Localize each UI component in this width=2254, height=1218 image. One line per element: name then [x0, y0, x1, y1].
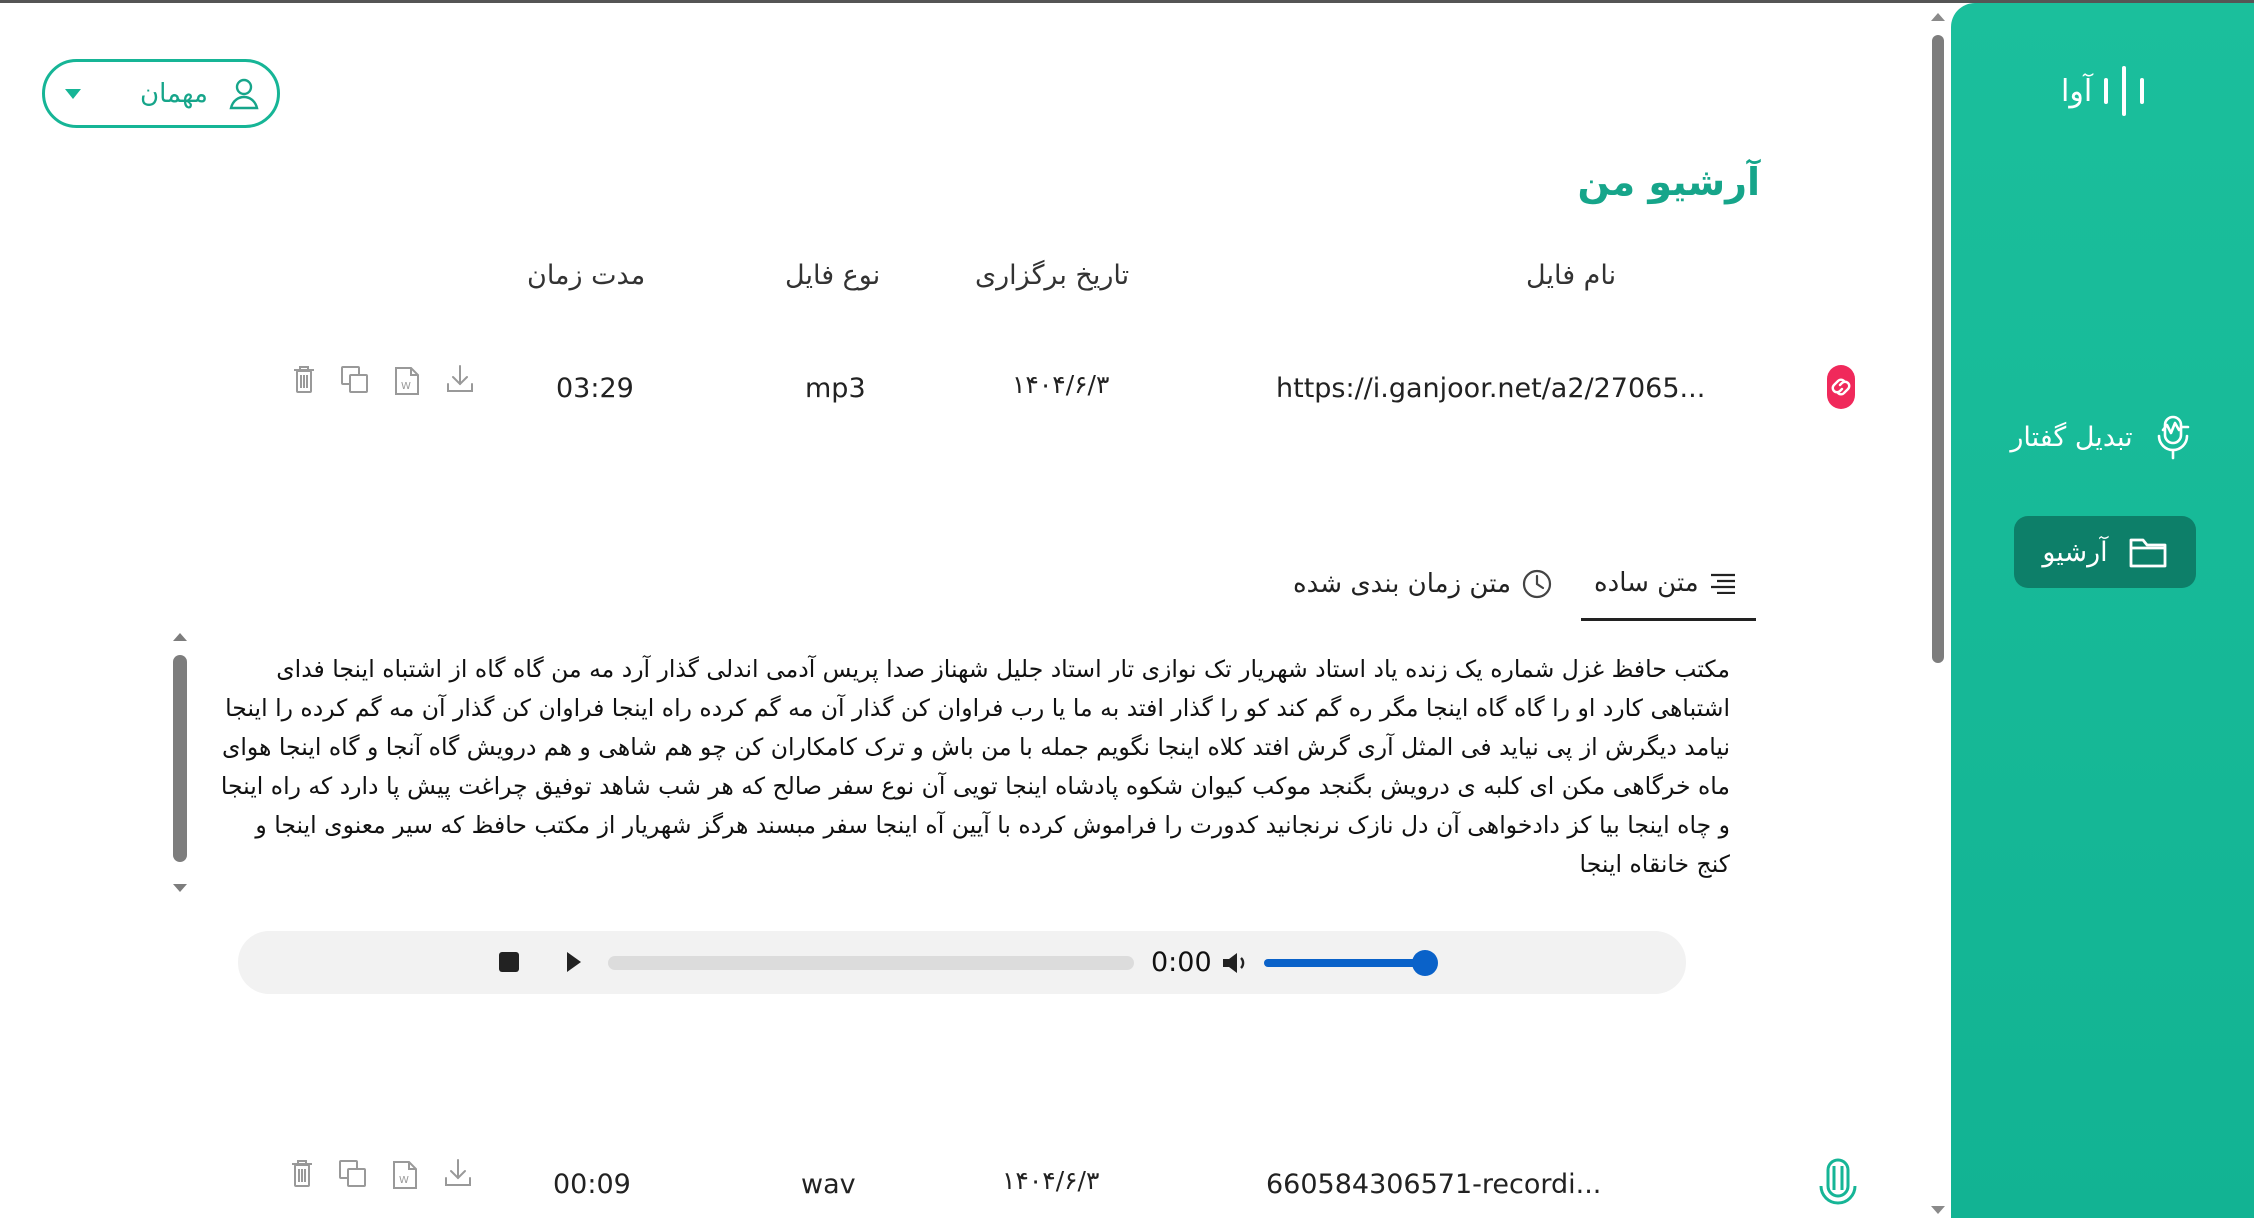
- scroll-up-arrow-icon[interactable]: [173, 633, 187, 641]
- download-icon[interactable]: [444, 1158, 472, 1188]
- row-type: mp3: [805, 373, 866, 404]
- volume-icon[interactable]: [1221, 950, 1249, 976]
- page-title: آرشیو من: [1577, 160, 1760, 204]
- page-scrollbar[interactable]: [1925, 3, 1951, 1218]
- delete-icon[interactable]: [290, 1160, 314, 1188]
- mic-wave-icon: [2157, 415, 2189, 460]
- scroll-up-arrow-icon[interactable]: [1931, 13, 1945, 21]
- link-icon: [1827, 365, 1855, 409]
- scroll-down-arrow-icon[interactable]: [1931, 1206, 1945, 1214]
- logo-bars-icon: [2104, 66, 2145, 116]
- row-filename[interactable]: 660584306571-recordi...: [1266, 1169, 1601, 1200]
- sidebar-item-archive[interactable]: آرشیو: [2014, 516, 2196, 588]
- column-header-duration: مدت زمان: [527, 260, 646, 291]
- tab-label: متن زمان بندی شده: [1293, 569, 1511, 599]
- transcript-text: مکتب حافظ غزل شماره یک زنده یاد استاد شه…: [220, 655, 1730, 878]
- scrollbar-thumb[interactable]: [173, 655, 187, 862]
- row-filename[interactable]: https://i.ganjoor.net/a2/27065...: [1276, 373, 1705, 404]
- clock-icon: [1522, 569, 1552, 599]
- volume-slider-handle[interactable]: [1412, 950, 1438, 976]
- audio-player: 0:00: [238, 931, 1686, 994]
- row-date: ۱۴۰۴/۶/۳: [1002, 1166, 1100, 1195]
- stop-button[interactable]: [499, 952, 519, 972]
- caret-down-icon: [65, 89, 81, 99]
- copy-icon[interactable]: [340, 365, 370, 395]
- window-top-border: [0, 0, 2254, 3]
- microphone-icon: [1819, 1158, 1857, 1205]
- text-lines-icon: [1710, 573, 1735, 594]
- tab-timed-text[interactable]: متن زمان بندی شده: [1293, 568, 1553, 600]
- user-icon: [229, 78, 259, 110]
- delete-icon[interactable]: [292, 366, 316, 394]
- column-header-type: نوع فایل: [785, 260, 881, 291]
- scroll-down-arrow-icon[interactable]: [173, 884, 187, 892]
- play-button[interactable]: [567, 952, 581, 972]
- sidebar: آوا تبدیل گفتار آرشیو: [1951, 3, 2254, 1218]
- app-logo[interactable]: آوا: [2061, 61, 2145, 121]
- svg-text:W: W: [401, 381, 411, 392]
- row-duration: 00:09: [553, 1169, 631, 1200]
- sidebar-item-speech-to-text[interactable]: تبدیل گفتار: [1981, 407, 2226, 467]
- download-icon[interactable]: [446, 364, 474, 394]
- volume-slider[interactable]: [1264, 959, 1424, 967]
- active-tab-indicator: [1581, 618, 1756, 621]
- logo-text: آوا: [2061, 73, 2093, 109]
- sidebar-item-label: تبدیل گفتار: [2010, 421, 2133, 453]
- user-dropdown[interactable]: مهمان: [42, 59, 280, 128]
- row-date: ۱۴۰۴/۶/۳: [1012, 370, 1110, 399]
- tab-label: متن ساده: [1594, 568, 1699, 598]
- row-type: wav: [801, 1169, 856, 1200]
- user-name: مهمان: [140, 79, 208, 109]
- seek-bar[interactable]: [608, 956, 1134, 970]
- sidebar-item-label: آرشیو: [2042, 536, 2108, 568]
- word-file-icon[interactable]: W: [394, 366, 420, 396]
- transcript-scrollbar[interactable]: [170, 630, 192, 900]
- copy-icon[interactable]: [338, 1159, 368, 1189]
- row-duration: 03:29: [556, 373, 634, 404]
- word-file-icon[interactable]: W: [392, 1160, 418, 1190]
- column-header-filename: نام فایل: [1526, 260, 1617, 291]
- folder-icon: [2129, 538, 2167, 568]
- tab-plain-text[interactable]: متن ساده: [1594, 568, 1737, 598]
- current-time: 0:00: [1151, 947, 1212, 978]
- column-header-date: تاریخ برگزاری: [975, 260, 1130, 291]
- svg-text:W: W: [399, 1175, 409, 1186]
- scrollbar-thumb[interactable]: [1932, 35, 1944, 663]
